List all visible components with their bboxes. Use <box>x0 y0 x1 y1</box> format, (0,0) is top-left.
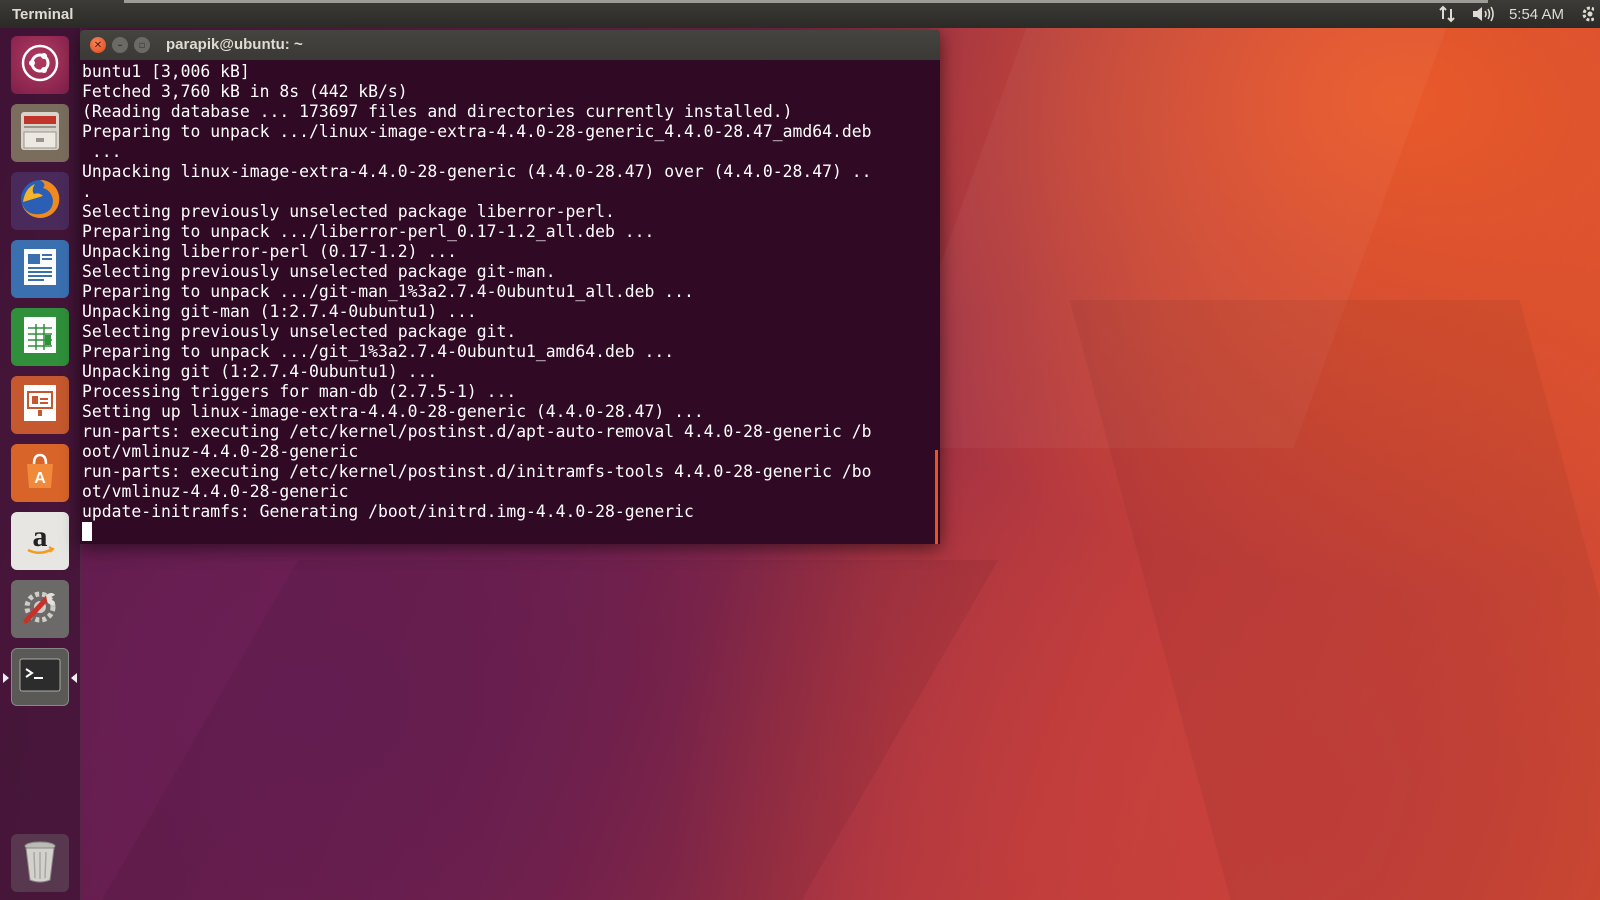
close-icon: ✕ <box>93 39 103 51</box>
launcher-item-terminal[interactable] <box>3 648 77 706</box>
wallpaper-shard <box>1069 300 1600 900</box>
terminal-line: Selecting previously unselected package … <box>82 262 556 281</box>
launcher-item-firefox[interactable] <box>11 172 69 230</box>
shopping-bag-icon: A <box>19 450 61 496</box>
indicator-area: 5:54 AM <box>1437 0 1600 28</box>
file-cabinet-icon <box>17 108 63 158</box>
terminal-line: ot/vmlinuz-4.4.0-28-generic <box>82 482 349 501</box>
launcher-item-files[interactable] <box>11 104 69 162</box>
launcher-item-software-center[interactable]: A <box>11 444 69 502</box>
terminal-line: Fetched 3,760 kB in 8s (442 kB/s) <box>82 82 408 101</box>
maximize-button[interactable]: ▫ <box>134 37 150 53</box>
terminal-title: parapik@ubuntu: ~ <box>166 36 303 53</box>
terminal-line: Selecting previously unselected package … <box>82 322 517 341</box>
minimize-button[interactable]: – <box>112 37 128 53</box>
launcher-item-libreoffice-calc[interactable] <box>11 308 69 366</box>
launcher-item-libreoffice-writer[interactable] <box>11 240 69 298</box>
terminal-scrollbar[interactable] <box>935 450 938 544</box>
maximize-icon: ▫ <box>138 39 146 51</box>
active-app-title[interactable]: Terminal <box>0 6 73 23</box>
firefox-icon <box>17 176 63 226</box>
launcher-item-amazon[interactable]: a <box>11 512 69 570</box>
terminal-cursor <box>82 522 92 541</box>
terminal-line: Preparing to unpack .../linux-image-extr… <box>82 122 872 141</box>
terminal-line: Unpacking git (1:2.7.4-0ubuntu1) ... <box>82 362 438 381</box>
terminal-line: run-parts: executing /etc/kernel/postins… <box>82 462 872 481</box>
terminal-line: Selecting previously unselected package … <box>82 202 615 221</box>
svg-text:A: A <box>34 470 46 487</box>
presentation-impress-icon <box>19 382 61 428</box>
amazon-icon: a <box>19 518 61 564</box>
settings-gear-icon[interactable] <box>1578 4 1594 24</box>
terminal-icon <box>18 655 62 699</box>
terminal-line: Preparing to unpack .../git-man_1%3a2.7.… <box>82 282 694 301</box>
terminal-line: . <box>82 182 92 201</box>
network-icon[interactable] <box>1437 4 1457 24</box>
terminal-line: Processing triggers for man-db (2.7.5-1)… <box>82 382 517 401</box>
terminal-line: Unpacking linux-image-extra-4.4.0-28-gen… <box>82 162 872 181</box>
terminal-line: Preparing to unpack .../git_1%3a2.7.4-0u… <box>82 342 675 361</box>
launcher-item-dash-home[interactable] <box>11 36 69 94</box>
close-button[interactable]: ✕ <box>90 37 106 53</box>
spreadsheet-calc-icon <box>19 314 61 360</box>
terminal-text: buntu1 [3,006 kB] Fetched 3,760 kB in 8s … <box>82 62 871 542</box>
volume-icon[interactable] <box>1471 4 1495 24</box>
ubuntu-logo-icon <box>20 43 60 87</box>
terminal-line: (Reading database ... 173697 files and d… <box>82 102 793 121</box>
terminal-line: buntu1 [3,006 kB] <box>82 62 250 81</box>
terminal-titlebar[interactable]: ✕ – ▫ parapik@ubuntu: ~ <box>80 30 940 60</box>
terminal-output[interactable]: buntu1 [3,006 kB] Fetched 3,760 kB in 8s … <box>80 60 940 544</box>
terminal-line: oot/vmlinuz-4.4.0-28-generic <box>82 442 359 461</box>
svg-text:a: a <box>33 520 48 553</box>
terminal-line: Preparing to unpack .../liberror-perl_0.… <box>82 222 655 241</box>
minimize-icon: – <box>117 39 123 51</box>
launcher-item-system-settings[interactable] <box>11 580 69 638</box>
document-writer-icon <box>19 246 61 292</box>
terminal-window[interactable]: ✕ – ▫ parapik@ubuntu: ~ buntu1 [3,006 kB… <box>80 30 940 544</box>
launcher-item-libreoffice-impress[interactable] <box>11 376 69 434</box>
wallpaper-shard <box>101 560 999 900</box>
panel-menu-strip <box>124 0 1488 3</box>
clock[interactable]: 5:54 AM <box>1509 6 1564 23</box>
trash-icon <box>20 838 60 888</box>
terminal-line: ... <box>82 142 122 161</box>
wrench-settings-icon <box>18 585 62 633</box>
launcher: A a <box>0 28 81 900</box>
terminal-prompt-line <box>82 522 871 542</box>
terminal-line: Unpacking liberror-perl (0.17-1.2) ... <box>82 242 457 261</box>
terminal-line: run-parts: executing /etc/kernel/postins… <box>82 422 872 441</box>
top-panel: Terminal 5:54 AM <box>0 0 1600 28</box>
terminal-line: Setting up linux-image-extra-4.4.0-28-ge… <box>82 402 704 421</box>
launcher-item-trash[interactable] <box>11 834 69 892</box>
terminal-line: update-initramfs: Generating /boot/initr… <box>82 502 694 521</box>
terminal-line: Unpacking git-man (1:2.7.4-0ubuntu1) ... <box>82 302 477 321</box>
